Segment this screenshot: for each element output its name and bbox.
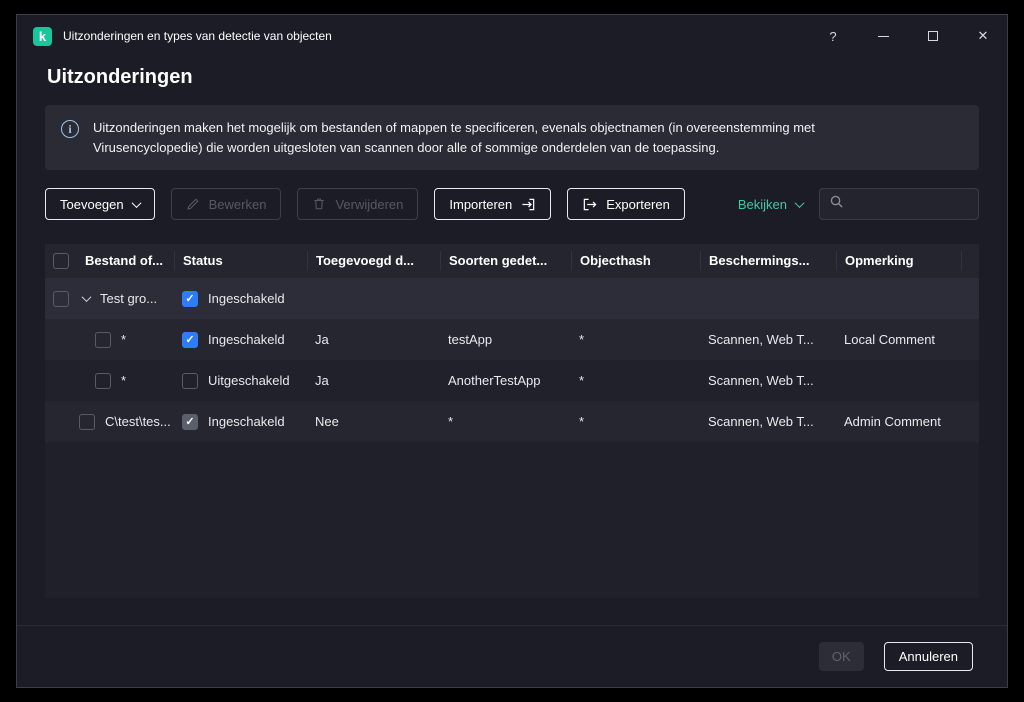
added-cell: Ja <box>307 332 440 347</box>
export-button[interactable]: Exporteren <box>567 188 685 220</box>
select-all-checkbox[interactable] <box>53 253 69 269</box>
window-controls: ? ✕ <box>825 28 991 44</box>
trash-icon <box>312 197 326 211</box>
table-header: Bestand of... Status Toegevoegd d... Soo… <box>45 244 979 278</box>
table-group-row[interactable]: Test gro... Ingeschakeld <box>45 278 979 319</box>
column-header-status[interactable]: Status <box>174 251 307 271</box>
delete-button-label: Verwijderen <box>335 197 403 212</box>
types-cell: AnotherTestApp <box>440 373 571 388</box>
protection-cell: Scannen, Web T... <box>700 414 836 429</box>
added-cell: Nee <box>307 414 440 429</box>
hash-cell: * <box>571 332 700 347</box>
hash-cell: * <box>571 373 700 388</box>
search-box <box>819 188 979 220</box>
pencil-icon <box>186 197 200 211</box>
enabled-checkbox[interactable] <box>182 332 198 348</box>
status-label: Uitgeschakeld <box>208 373 290 388</box>
column-header-comment[interactable]: Opmerking <box>836 251 961 271</box>
enabled-checkbox[interactable] <box>182 414 198 430</box>
table-row[interactable]: * Ingeschakeld Ja testApp * Scannen, Web… <box>45 319 979 360</box>
row-select-checkbox[interactable] <box>95 332 111 348</box>
types-cell: * <box>440 414 571 429</box>
ok-button[interactable]: OK <box>819 642 864 671</box>
kaspersky-logo-icon: k <box>33 27 52 46</box>
add-button-label: Toevoegen <box>60 197 124 212</box>
maximize-button[interactable] <box>925 28 941 44</box>
table-row[interactable]: C\test\tes... Ingeschakeld Nee * * Scann… <box>45 401 979 442</box>
table-row[interactable]: * Uitgeschakeld Ja AnotherTestApp * Scan… <box>45 360 979 401</box>
import-icon <box>521 197 536 212</box>
info-icon: i <box>61 120 79 138</box>
row-select-checkbox[interactable] <box>53 291 69 307</box>
enabled-checkbox[interactable] <box>182 291 198 307</box>
protection-cell: Scannen, Web T... <box>700 332 836 347</box>
delete-button[interactable]: Verwijderen <box>297 188 418 220</box>
cancel-button[interactable]: Annuleren <box>884 642 973 671</box>
file-cell: C\test\tes... <box>105 414 171 429</box>
import-button-label: Importeren <box>449 197 512 212</box>
view-dropdown-label: Bekijken <box>738 197 787 212</box>
comment-cell: Admin Comment <box>836 414 961 429</box>
close-button[interactable]: ✕ <box>975 28 991 44</box>
search-icon <box>829 194 844 214</box>
file-cell: * <box>121 373 126 388</box>
file-cell: * <box>121 332 126 347</box>
help-button[interactable]: ? <box>825 28 841 44</box>
column-header-hash[interactable]: Objecthash <box>571 251 700 271</box>
row-select-checkbox[interactable] <box>95 373 111 389</box>
view-dropdown[interactable]: Bekijken <box>738 197 803 212</box>
status-label: Ingeschakeld <box>208 291 285 306</box>
minimize-icon <box>878 36 889 37</box>
protection-cell: Scannen, Web T... <box>700 373 836 388</box>
edit-button[interactable]: Bewerken <box>171 188 282 220</box>
dialog-footer: OK Annuleren <box>17 625 1007 687</box>
export-button-label: Exporteren <box>606 197 670 212</box>
column-header-spacer <box>961 251 979 271</box>
status-label: Ingeschakeld <box>208 414 285 429</box>
window-title: Uitzonderingen en types van detectie van… <box>63 29 332 43</box>
row-select-checkbox[interactable] <box>79 414 95 430</box>
chevron-down-icon[interactable] <box>82 292 92 302</box>
page-title: Uitzonderingen <box>47 63 1007 91</box>
titlebar: k Uitzonderingen en types van detectie v… <box>17 15 1007 57</box>
column-header-added[interactable]: Toegevoegd d... <box>307 251 440 271</box>
chevron-down-icon <box>795 198 805 208</box>
comment-cell: Local Comment <box>836 332 961 347</box>
group-name: Test gro... <box>100 291 157 306</box>
info-text: Uitzonderingen maken het mogelijk om bes… <box>93 118 923 157</box>
toolbar: Toevoegen Bewerken Verwijderen Importere… <box>45 188 979 220</box>
column-header-file[interactable]: Bestand of... <box>77 251 174 271</box>
added-cell: Ja <box>307 373 440 388</box>
column-header-protection[interactable]: Beschermings... <box>700 251 836 271</box>
export-icon <box>582 197 597 212</box>
chevron-down-icon <box>131 198 141 208</box>
minimize-button[interactable] <box>875 28 891 44</box>
edit-button-label: Bewerken <box>209 197 267 212</box>
types-cell: testApp <box>440 332 571 347</box>
column-header-types[interactable]: Soorten gedet... <box>440 251 571 271</box>
search-input[interactable] <box>851 197 969 212</box>
add-button[interactable]: Toevoegen <box>45 188 155 220</box>
info-banner: i Uitzonderingen maken het mogelijk om b… <box>45 105 979 170</box>
enabled-checkbox[interactable] <box>182 373 198 389</box>
hash-cell: * <box>571 414 700 429</box>
maximize-icon <box>928 31 938 41</box>
status-label: Ingeschakeld <box>208 332 285 347</box>
table-empty-area <box>45 442 979 598</box>
import-button[interactable]: Importeren <box>434 188 551 220</box>
exclusions-table: Bestand of... Status Toegevoegd d... Soo… <box>45 244 979 598</box>
dialog-window: k Uitzonderingen en types van detectie v… <box>16 14 1008 688</box>
